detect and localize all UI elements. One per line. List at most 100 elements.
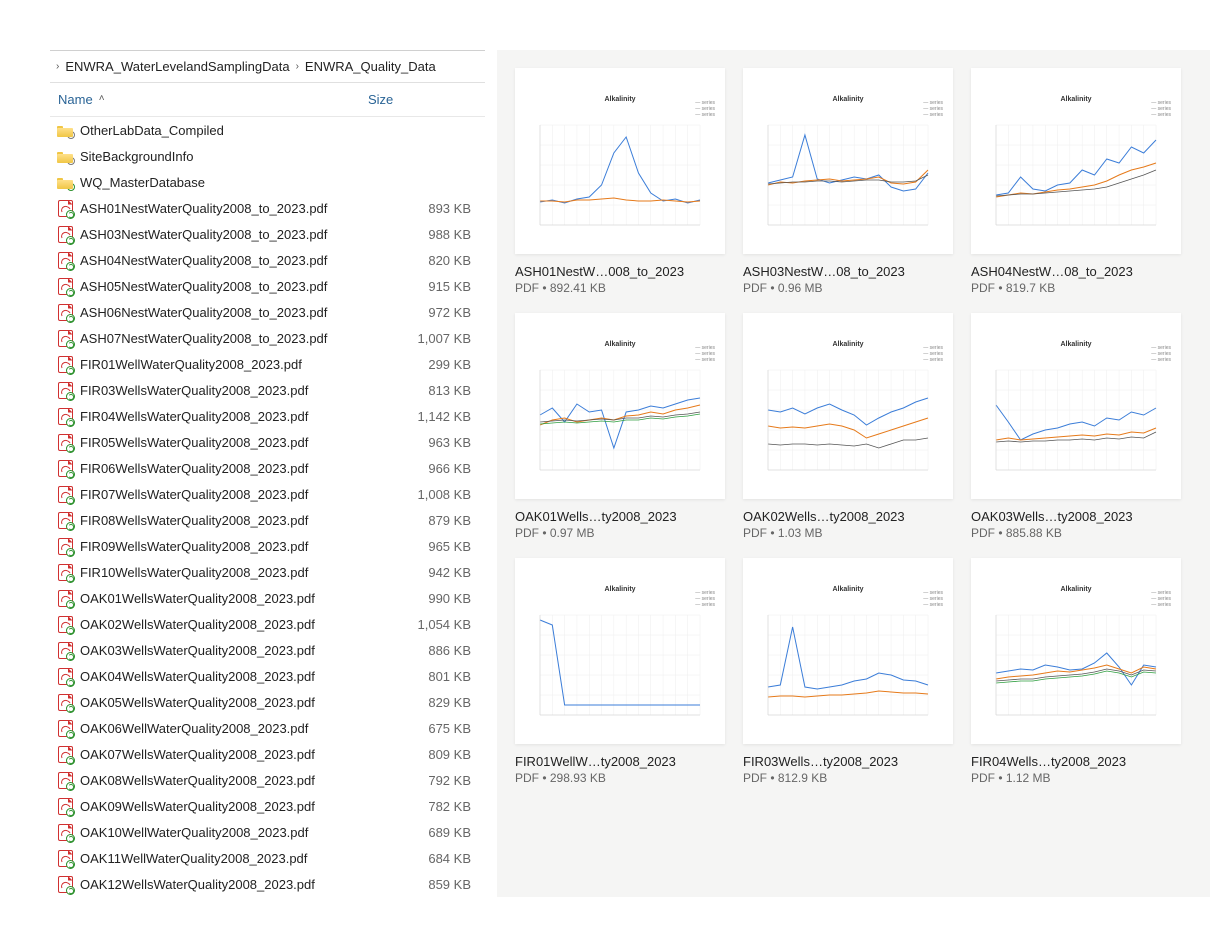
thumbnail-card[interactable]: Alkalinity — series— series— series OAK0… <box>743 313 953 540</box>
file-row[interactable]: ASH04NestWaterQuality2008_to_2023.pdf 82… <box>50 247 485 273</box>
thumbnail-chart: Alkalinity — series— series— series <box>515 313 725 499</box>
file-name: FIR09WellsWaterQuality2008_2023.pdf <box>74 539 370 554</box>
file-row[interactable]: FIR09WellsWaterQuality2008_2023.pdf 965 … <box>50 533 485 559</box>
file-row[interactable]: OAK06WellWaterQuality2008_2023.pdf 675 K… <box>50 715 485 741</box>
file-name: ASH05NestWaterQuality2008_to_2023.pdf <box>74 279 370 294</box>
breadcrumb[interactable]: › ENWRA_WaterLevelandSamplingData › ENWR… <box>50 50 485 83</box>
file-row[interactable]: OAK07WellsWaterQuality2008_2023.pdf 809 … <box>50 741 485 767</box>
sort-asc-icon: ˄ <box>99 93 105 104</box>
pdf-icon <box>56 252 74 269</box>
file-size: 1,008 KB <box>370 487 479 502</box>
chevron-right-icon: › <box>296 61 299 72</box>
pdf-icon <box>56 642 74 659</box>
file-size: 684 KB <box>370 851 479 866</box>
thumbnail-title: ASH03NestW…08_to_2023 <box>743 264 953 279</box>
file-row[interactable]: OAK04WellsWaterQuality2008_2023.pdf 801 … <box>50 663 485 689</box>
chart-legend: — series— series— series <box>923 590 943 608</box>
file-row[interactable]: FIR07WellsWaterQuality2008_2023.pdf 1,00… <box>50 481 485 507</box>
thumbnail-chart: Alkalinity — series— series— series <box>971 558 1181 744</box>
file-row[interactable]: ASH05NestWaterQuality2008_to_2023.pdf 91… <box>50 273 485 299</box>
thumbnail-title: FIR04Wells…ty2008_2023 <box>971 754 1181 769</box>
file-row[interactable]: FIR04WellsWaterQuality2008_2023.pdf 1,14… <box>50 403 485 429</box>
thumbnail-card[interactable]: Alkalinity — series— series— series ASH0… <box>743 68 953 295</box>
thumbnail-title: FIR03Wells…ty2008_2023 <box>743 754 953 769</box>
thumbnail-title: OAK02Wells…ty2008_2023 <box>743 509 953 524</box>
file-row[interactable]: OAK02WellsWaterQuality2008_2023.pdf 1,05… <box>50 611 485 637</box>
file-size: 972 KB <box>370 305 479 320</box>
file-row[interactable]: OAK08WellsWaterQuality2008_2023.pdf 792 … <box>50 767 485 793</box>
thumbnail-card[interactable]: Alkalinity — series— series— series FIR0… <box>743 558 953 785</box>
thumbnail-meta: PDF • 812.9 KB <box>743 771 953 785</box>
file-size: 675 KB <box>370 721 479 736</box>
file-name: OAK09WellsWaterQuality2008_2023.pdf <box>74 799 370 814</box>
file-row[interactable]: OAK09WellsWaterQuality2008_2023.pdf 782 … <box>50 793 485 819</box>
breadcrumb-current[interactable]: ENWRA_Quality_Data <box>305 59 436 74</box>
file-row[interactable]: ASH03NestWaterQuality2008_to_2023.pdf 98… <box>50 221 485 247</box>
file-size: 829 KB <box>370 695 479 710</box>
thumbnail-card[interactable]: Alkalinity — series— series— series FIR0… <box>971 558 1181 785</box>
pdf-icon <box>56 694 74 711</box>
file-row[interactable]: OAK03WellsWaterQuality2008_2023.pdf 886 … <box>50 637 485 663</box>
thumbnail-meta: PDF • 298.93 KB <box>515 771 725 785</box>
file-size: 801 KB <box>370 669 479 684</box>
file-row[interactable]: FIR08WellsWaterQuality2008_2023.pdf 879 … <box>50 507 485 533</box>
file-size: 963 KB <box>370 435 479 450</box>
file-size: 820 KB <box>370 253 479 268</box>
file-row[interactable]: OAK11WellWaterQuality2008_2023.pdf 684 K… <box>50 845 485 871</box>
file-size: 915 KB <box>370 279 479 294</box>
file-row[interactable]: OAK01WellsWaterQuality2008_2023.pdf 990 … <box>50 585 485 611</box>
thumbnail-chart: Alkalinity — series— series— series <box>743 68 953 254</box>
pdf-icon <box>56 512 74 529</box>
folder-icon: • <box>56 150 74 163</box>
file-name: FIR06WellsWaterQuality2008_2023.pdf <box>74 461 370 476</box>
chart-title: Alkalinity <box>515 341 725 348</box>
thumbnail-card[interactable]: Alkalinity — series— series— series ASH0… <box>515 68 725 295</box>
file-size: 809 KB <box>370 747 479 762</box>
file-size: 1,054 KB <box>370 617 479 632</box>
file-row[interactable]: OAK05WellsWaterQuality2008_2023.pdf 829 … <box>50 689 485 715</box>
chart-legend: — series— series— series <box>1151 590 1171 608</box>
file-name: OAK07WellsWaterQuality2008_2023.pdf <box>74 747 370 762</box>
file-row[interactable]: FIR01WellWaterQuality2008_2023.pdf 299 K… <box>50 351 485 377</box>
chart-legend: — series— series— series <box>695 590 715 608</box>
file-row[interactable]: ASH01NestWaterQuality2008_to_2023.pdf 89… <box>50 195 485 221</box>
folder-row[interactable]: ↻ WQ_MasterDatabase <box>50 169 485 195</box>
pdf-icon <box>56 434 74 451</box>
thumbnail-card[interactable]: Alkalinity — series— series— series ASH0… <box>971 68 1181 295</box>
file-row[interactable]: OAK12WellsWaterQuality2008_2023.pdf 859 … <box>50 871 485 897</box>
file-size: 1,142 KB <box>370 409 479 424</box>
chart-legend: — series— series— series <box>695 100 715 118</box>
folder-row[interactable]: • OtherLabData_Compiled <box>50 117 485 143</box>
column-header-size[interactable]: Size <box>360 83 485 116</box>
file-row[interactable]: OAK10WellWaterQuality2008_2023.pdf 689 K… <box>50 819 485 845</box>
preview-pane: Alkalinity — series— series— series ASH0… <box>497 50 1210 897</box>
file-row[interactable]: FIR03WellsWaterQuality2008_2023.pdf 813 … <box>50 377 485 403</box>
thumbnail-meta: PDF • 819.7 KB <box>971 281 1181 295</box>
thumbnail-card[interactable]: Alkalinity — series— series— series OAK0… <box>971 313 1181 540</box>
thumbnail-title: OAK01Wells…ty2008_2023 <box>515 509 725 524</box>
thumbnail-chart: Alkalinity — series— series— series <box>743 558 953 744</box>
thumbnail-chart: Alkalinity — series— series— series <box>971 313 1181 499</box>
file-row[interactable]: ASH07NestWaterQuality2008_to_2023.pdf 1,… <box>50 325 485 351</box>
file-row[interactable]: FIR10WellsWaterQuality2008_2023.pdf 942 … <box>50 559 485 585</box>
breadcrumb-parent[interactable]: ENWRA_WaterLevelandSamplingData <box>65 59 289 74</box>
thumbnail-meta: PDF • 885.88 KB <box>971 526 1181 540</box>
chart-legend: — series— series— series <box>923 100 943 118</box>
file-row[interactable]: FIR06WellsWaterQuality2008_2023.pdf 966 … <box>50 455 485 481</box>
file-row[interactable]: ASH06NestWaterQuality2008_to_2023.pdf 97… <box>50 299 485 325</box>
pdf-icon <box>56 772 74 789</box>
thumbnail-card[interactable]: Alkalinity — series— series— series FIR0… <box>515 558 725 785</box>
thumbnail-chart: Alkalinity — series— series— series <box>743 313 953 499</box>
file-name: FIR04WellsWaterQuality2008_2023.pdf <box>74 409 370 424</box>
pdf-icon <box>56 304 74 321</box>
file-size: 689 KB <box>370 825 479 840</box>
file-name: ASH01NestWaterQuality2008_to_2023.pdf <box>74 201 370 216</box>
column-header-name[interactable]: Name ˄ <box>50 83 360 116</box>
file-row[interactable]: FIR05WellsWaterQuality2008_2023.pdf 963 … <box>50 429 485 455</box>
pdf-icon <box>56 278 74 295</box>
thumbnail-chart: Alkalinity — series— series— series <box>971 68 1181 254</box>
file-name: ASH04NestWaterQuality2008_to_2023.pdf <box>74 253 370 268</box>
thumbnail-card[interactable]: Alkalinity — series— series— series OAK0… <box>515 313 725 540</box>
folder-row[interactable]: • SiteBackgroundInfo <box>50 143 485 169</box>
file-name: OAK12WellsWaterQuality2008_2023.pdf <box>74 877 370 892</box>
